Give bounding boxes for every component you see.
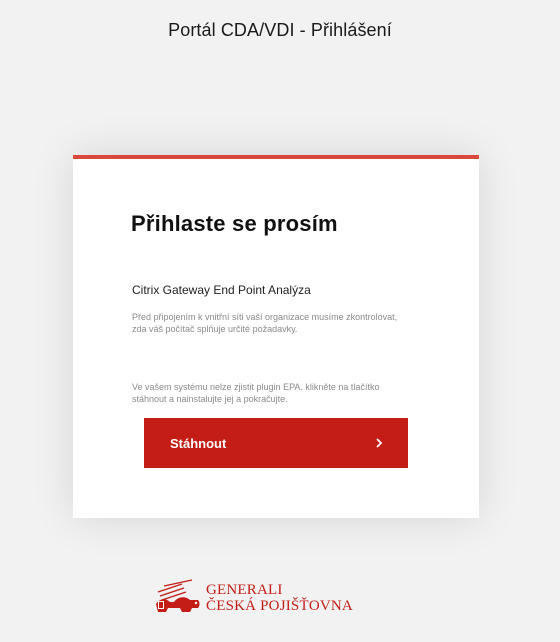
generali-lion-icon: [156, 579, 200, 612]
epa-description: Před připojením k vnitřní síti vaší orga…: [132, 312, 398, 334]
epa-section-title: Citrix Gateway End Point Analýza: [132, 283, 311, 297]
page-title: Portál CDA/VDI - Přihlášení: [168, 20, 392, 40]
generali-logo: GENERALI ČESKÁ POJIŠŤOVNA: [152, 578, 353, 618]
login-page: Portál CDA/VDI - Přihlášení Přihlaste se…: [0, 0, 560, 642]
download-button[interactable]: Stáhnout: [144, 418, 408, 468]
login-card: Přihlaste se prosím Citrix Gateway End P…: [73, 155, 479, 518]
chevron-right-icon: [376, 438, 383, 448]
logo-text: GENERALI ČESKÁ POJIŠŤOVNA: [206, 582, 353, 614]
download-button-label: Stáhnout: [170, 435, 227, 451]
card-heading: Přihlaste se prosím: [131, 211, 338, 236]
plugin-missing-note: Ve vašem systému nelze zjistit plugin EP…: [132, 382, 380, 404]
logo-line-ceska-pojistovna: ČESKÁ POJIŠŤOVNA: [206, 598, 353, 614]
logo-line-generali: GENERALI: [206, 582, 283, 598]
